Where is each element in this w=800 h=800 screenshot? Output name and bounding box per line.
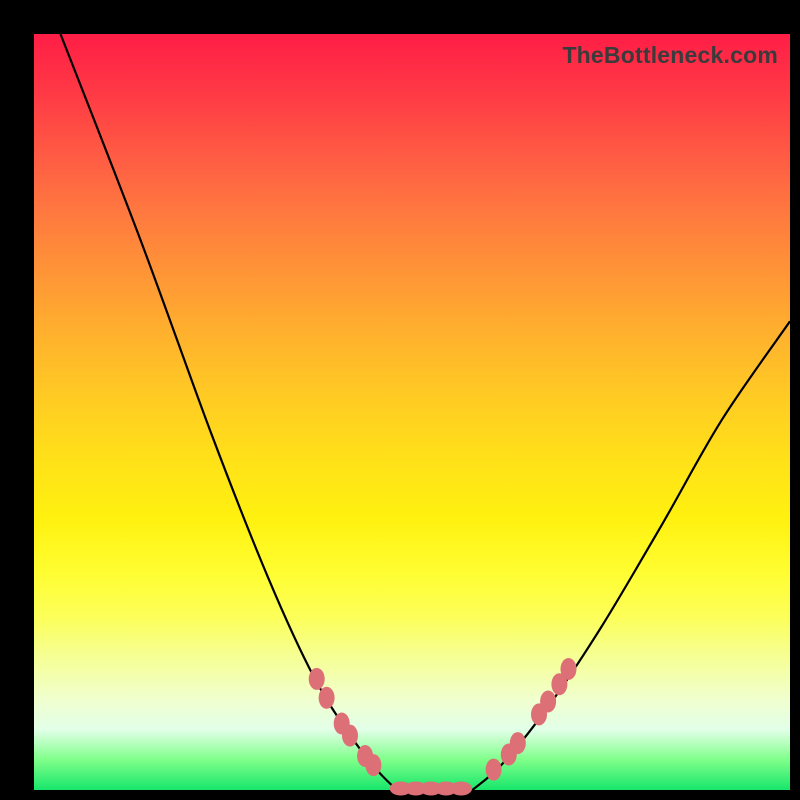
gradient-plot-area: TheBottleneck.com xyxy=(34,34,790,790)
bead-marker xyxy=(365,754,381,776)
bead-marker xyxy=(342,725,358,747)
bead-marker xyxy=(540,691,556,713)
bead-marker xyxy=(450,782,472,796)
bead-marker xyxy=(319,687,335,709)
curve-right-branch xyxy=(473,321,791,790)
bead-marker xyxy=(309,668,325,690)
bead-marker xyxy=(561,658,577,680)
bottleneck-curve xyxy=(34,34,790,790)
bead-cluster-right xyxy=(486,658,577,781)
bead-cluster-left xyxy=(309,668,382,776)
bead-cluster-bottom xyxy=(390,782,472,796)
curve-left-branch xyxy=(61,34,397,790)
bead-marker xyxy=(510,732,526,754)
bead-marker xyxy=(486,759,502,781)
